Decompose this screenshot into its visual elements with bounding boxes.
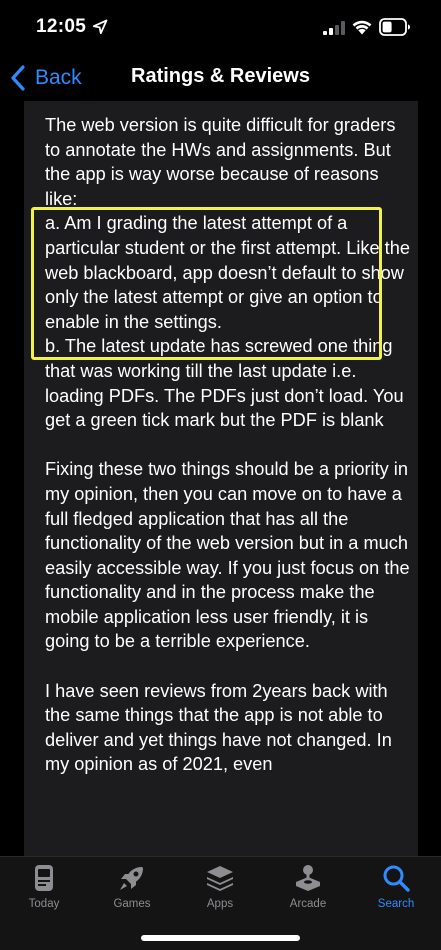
page-title: Ratings & Reviews: [131, 65, 310, 87]
tab-today[interactable]: Today: [0, 863, 88, 919]
location-arrow-icon: [92, 19, 108, 35]
tab-label: Apps: [206, 898, 234, 910]
apps-stack-icon: [207, 866, 233, 891]
status-time: 12:05: [36, 16, 87, 37]
status-bar: 12:05: [0, 0, 441, 56]
navigation-bar: Back Ratings & Reviews: [0, 56, 441, 100]
tab-arcade[interactable]: Arcade: [264, 863, 352, 919]
cellular-signal-icon: [323, 21, 345, 35]
search-icon: [383, 865, 410, 892]
tab-label: Games: [113, 898, 151, 910]
tab-games[interactable]: Games: [88, 863, 176, 919]
highlight-annotation-box: [31, 207, 382, 360]
joystick-icon: [296, 865, 320, 891]
battery-icon: [379, 18, 410, 36]
tab-label: Today: [28, 898, 60, 910]
rocket-icon: [120, 867, 143, 890]
tab-label: Search: [377, 898, 415, 910]
wifi-icon: [352, 20, 372, 35]
home-indicator[interactable]: [141, 935, 300, 941]
tab-search[interactable]: Search: [352, 863, 440, 919]
tab-apps[interactable]: Apps: [176, 863, 264, 919]
today-icon: [35, 865, 53, 891]
tab-label: Arcade: [289, 898, 327, 910]
app-store-screen: 12:05 Back Ratings & Reviews The web ver…: [0, 0, 441, 950]
